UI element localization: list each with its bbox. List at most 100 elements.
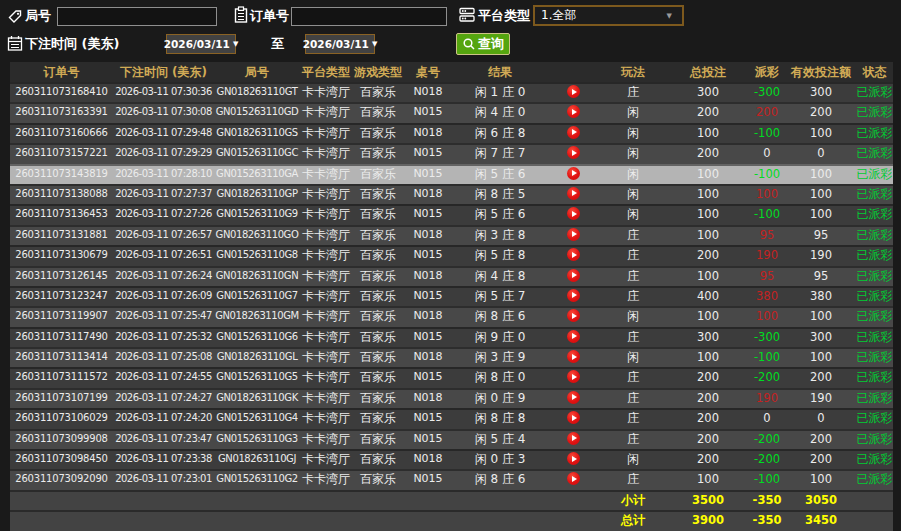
play-button[interactable] [567,472,580,485]
totals-cell [856,490,893,510]
totals-cell: 3500 [668,490,748,510]
play-icon [572,129,577,135]
table-row[interactable]: 2603110731071992026-03-11 07:24:27GN0182… [10,388,893,408]
play-button[interactable] [567,350,580,363]
table-row[interactable]: 2603110731606662026-03-11 07:29:48GN0182… [10,123,893,143]
cell-valid: 0 [786,143,856,163]
play-button[interactable] [567,248,580,261]
cell-table-no: N015 [404,245,452,265]
play-button[interactable] [567,167,580,180]
replay-cell [548,449,598,469]
table-row[interactable]: 2603110731684102026-03-11 07:30:36GN0182… [10,82,893,102]
table-row[interactable]: 2603110731306792026-03-11 07:26:51GN0152… [10,245,893,265]
cell-time: 2026-03-11 07:30:08 [113,102,214,122]
cell-table-no: N015 [404,164,452,184]
cell-order: 260311073113414 [10,347,113,367]
cell-game-type: 百家乐 [352,225,404,245]
table-row[interactable]: 2603110731318812026-03-11 07:26:57GN0182… [10,225,893,245]
replay-cell [548,102,598,122]
table-row[interactable]: 2603110731572212026-03-11 07:29:29GN0152… [10,143,893,163]
play-button[interactable] [567,330,580,343]
chevron-down-icon: ▼ [233,40,238,48]
table-row[interactable]: 2603110731261452026-03-11 07:26:24GN0182… [10,266,893,286]
cell-valid: 190 [786,245,856,265]
cell-status: 已派彩 [856,225,893,245]
cell-game-type: 百家乐 [352,286,404,306]
table-row[interactable]: 2603110730984502026-03-11 07:23:38GN0182… [10,449,893,469]
game-no-input[interactable] [57,7,217,26]
cell-time: 2026-03-11 07:23:38 [113,449,214,469]
cell-table-no: N018 [404,123,452,143]
cell-status: 已派彩 [856,327,893,347]
cell-total: 200 [668,408,748,428]
play-button[interactable] [567,187,580,200]
play-button[interactable] [567,269,580,282]
play-button[interactable] [567,207,580,220]
replay-cell [548,164,598,184]
table-row[interactable]: 2603110731438192026-03-11 07:28:10GN0152… [10,164,893,184]
table-row[interactable]: 2603110731199072026-03-11 07:25:47GN0182… [10,306,893,326]
play-button[interactable] [567,146,580,159]
cell-play: 庄 [598,367,668,387]
table-row[interactable]: 2603110731134142026-03-11 07:25:08GN0182… [10,347,893,367]
play-button[interactable] [567,289,580,302]
column-header: 桌号 [404,62,452,82]
cell-result: 闲 8 庄 0 [452,367,548,387]
table-row[interactable]: 2603110731364532026-03-11 07:27:26GN0152… [10,204,893,224]
cell-payout: -300 [748,327,786,347]
table-row[interactable]: 2603110730920902026-03-11 07:23:01GN0152… [10,469,893,489]
cell-time: 2026-03-11 07:27:37 [113,184,214,204]
cell-game-no: GN018263110GN [214,266,300,286]
totals-cell: -350 [748,510,786,530]
cell-order: 260311073092090 [10,469,113,489]
cell-order: 260311073136453 [10,204,113,224]
play-button[interactable] [567,432,580,445]
play-button[interactable] [567,391,580,404]
cell-status: 已派彩 [856,245,893,265]
cell-valid: 100 [786,469,856,489]
table-row[interactable]: 2603110731380882026-03-11 07:27:37GN0182… [10,184,893,204]
play-button[interactable] [567,452,580,465]
play-button[interactable] [567,105,580,118]
cell-order: 260311073126145 [10,266,113,286]
cell-platform: 卡卡湾厅 [300,286,352,306]
search-button[interactable]: 查询 [456,33,510,55]
cell-play: 闲 [598,164,668,184]
table-row[interactable]: 2603110731633912026-03-11 07:30:08GN0152… [10,102,893,122]
cell-payout: -100 [748,347,786,367]
table-row[interactable]: 2603110731174902026-03-11 07:25:32GN0152… [10,327,893,347]
play-button[interactable] [567,309,580,322]
cell-status: 已派彩 [856,449,893,469]
table-row[interactable]: 2603110731232472026-03-11 07:26:09GN0152… [10,286,893,306]
totals-cell [548,490,598,510]
cell-table-no: N018 [404,306,452,326]
grand-total-row: 总计3900-3503450 [10,510,893,530]
cell-game-no: GN015263110G6 [214,327,300,347]
cell-payout: -100 [748,469,786,489]
cell-play: 闲 [598,347,668,367]
cell-payout: -100 [748,123,786,143]
play-button[interactable] [567,228,580,241]
order-no-input[interactable] [291,7,447,26]
play-button[interactable] [567,126,580,139]
replay-cell [548,408,598,428]
cell-result: 闲 5 庄 6 [452,164,548,184]
play-button[interactable] [567,411,580,424]
table-row[interactable]: 2603110731115722026-03-11 07:24:55GN0152… [10,367,893,387]
replay-cell [548,306,598,326]
cell-result: 闲 5 庄 7 [452,286,548,306]
platform-select[interactable]: 1.全部 ▼ [533,5,684,26]
date-to-picker[interactable]: 2026/03/11 ▼ [305,34,375,54]
cell-total: 100 [668,266,748,286]
cell-order: 260311073119907 [10,306,113,326]
cell-table-no: N015 [404,327,452,347]
date-from-picker[interactable]: 2026/03/11 ▼ [166,34,236,54]
totals-cell [404,510,452,530]
cell-result: 闲 3 庄 9 [452,347,548,367]
table-row[interactable]: 2603110730999082026-03-11 07:23:47GN0152… [10,429,893,449]
table-row[interactable]: 2603110731060292026-03-11 07:24:20GN0152… [10,408,893,428]
search-button-label: 查询 [478,35,504,53]
cell-table-no: N015 [404,102,452,122]
play-button[interactable] [567,85,580,98]
play-button[interactable] [567,370,580,383]
